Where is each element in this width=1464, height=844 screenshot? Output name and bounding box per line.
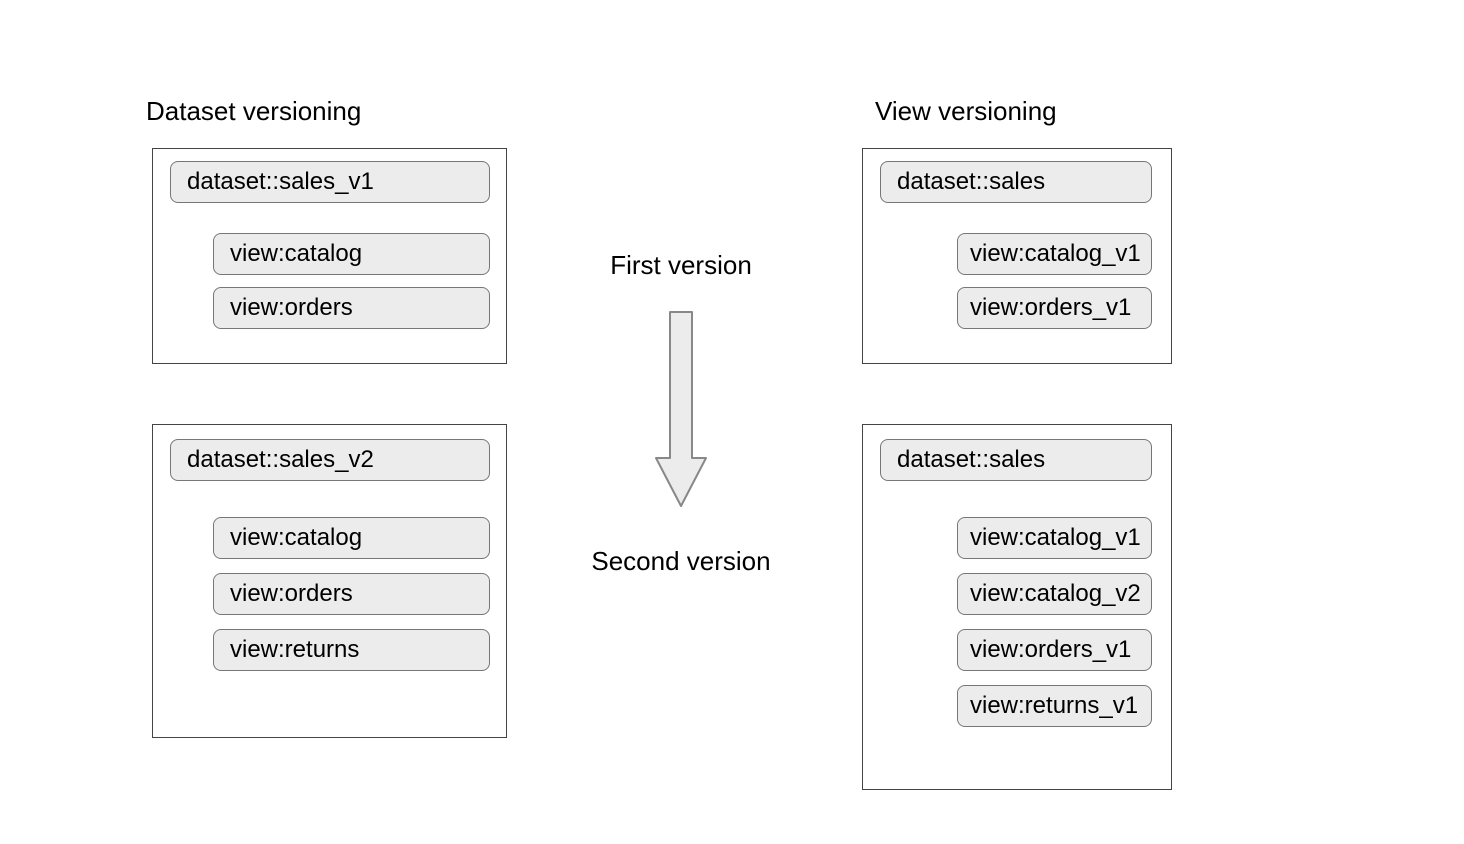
box-view: view:orders [213,573,490,615]
box-view: view:catalog [213,233,490,275]
panel-dataset-v1: dataset::sales_v1 view:catalog view:orde… [152,148,507,364]
panel-view-version-2: dataset::sales view:catalog_v1 view:cata… [862,424,1172,790]
box-view: view:returns_v1 [957,685,1152,727]
diagram-canvas: Dataset versioning View versioning First… [0,0,1464,844]
box-view: view:returns [213,629,490,671]
box-view: view:orders_v1 [957,629,1152,671]
box-dataset-sales-v2: dataset::sales_v2 [170,439,490,481]
panel-view-version-1: dataset::sales view:catalog_v1 view:orde… [862,148,1172,364]
box-dataset-sales-v1: dataset::sales_v1 [170,161,490,203]
label-second-version: Second version [561,548,801,574]
label-first-version: First version [561,252,801,278]
box-view: view:catalog_v1 [957,233,1152,275]
box-view: view:orders [213,287,490,329]
heading-dataset-versioning: Dataset versioning [146,98,361,124]
box-view: view:catalog_v1 [957,517,1152,559]
heading-view-versioning: View versioning [875,98,1057,124]
box-view: view:orders_v1 [957,287,1152,329]
box-view: view:catalog [213,517,490,559]
box-dataset-sales: dataset::sales [880,439,1152,481]
panel-dataset-v2: dataset::sales_v2 view:catalog view:orde… [152,424,507,738]
arrow-down-icon [654,310,708,508]
box-view: view:catalog_v2 [957,573,1152,615]
box-dataset-sales: dataset::sales [880,161,1152,203]
